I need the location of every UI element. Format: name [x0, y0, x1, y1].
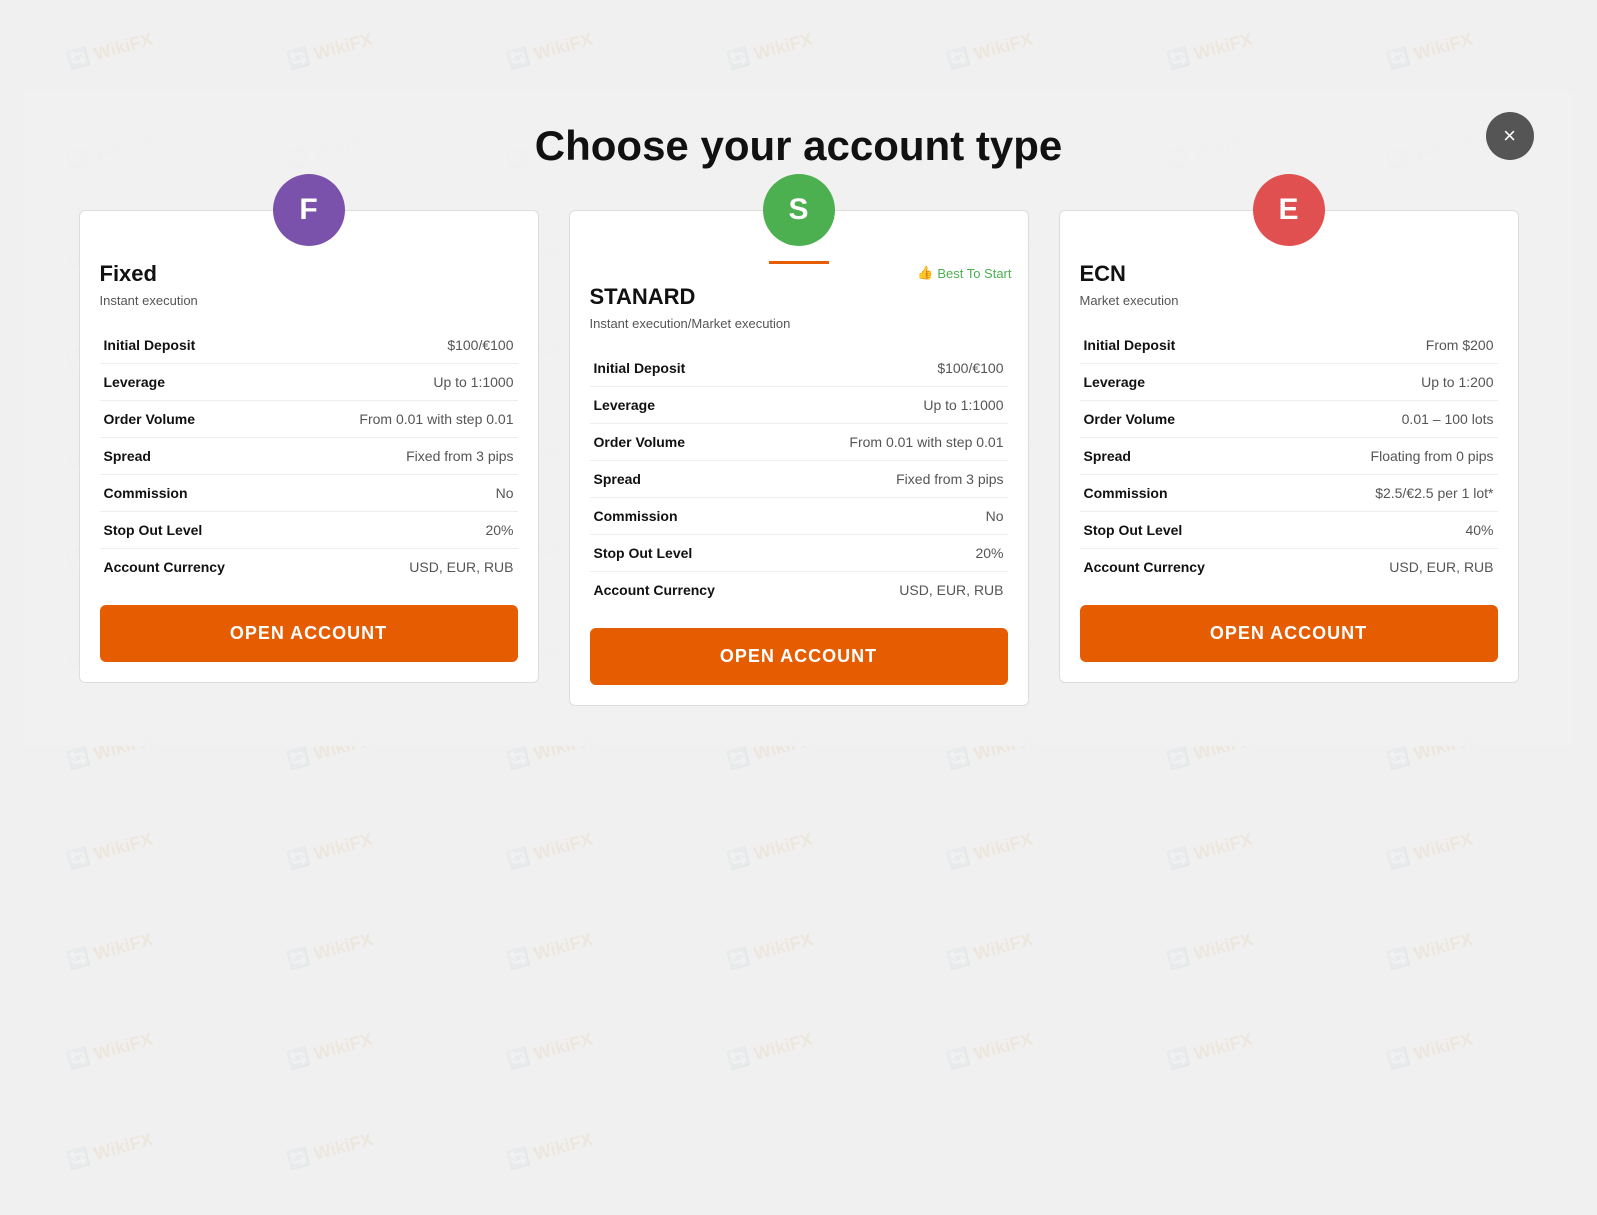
- page-title: Choose your account type: [64, 122, 1534, 170]
- card-icon-stanard: S: [763, 174, 835, 246]
- modal-header: Choose your account type ×: [64, 122, 1534, 170]
- row-value: Fixed from 3 pips: [309, 437, 518, 474]
- row-value: USD, EUR, RUB: [309, 548, 518, 585]
- row-value: Up to 1:200: [1289, 363, 1498, 400]
- row-value: Up to 1:1000: [799, 386, 1008, 423]
- table-row: Stop Out Level40%: [1080, 511, 1498, 548]
- table-row: Order Volume0.01 – 100 lots: [1080, 400, 1498, 437]
- table-row: Stop Out Level20%: [100, 511, 518, 548]
- card-stanard: SSTANARDInstant execution/Market executi…: [569, 210, 1029, 706]
- row-label: Leverage: [1080, 363, 1289, 400]
- card-title-ecn: ECN: [1080, 261, 1498, 287]
- table-ecn: Initial DepositFrom $200LeverageUp to 1:…: [1080, 327, 1498, 585]
- best-badge: 👍Best To Start: [917, 265, 1011, 281]
- row-value: 20%: [799, 534, 1008, 571]
- close-button[interactable]: ×: [1486, 112, 1534, 160]
- row-label: Order Volume: [1080, 400, 1289, 437]
- row-label: Order Volume: [590, 423, 799, 460]
- card-ecn: EECNMarket executionInitial DepositFrom …: [1059, 210, 1519, 683]
- card-icon-fixed: F: [273, 174, 345, 246]
- open-account-button-stanard[interactable]: OPEN ACCOUNT: [590, 628, 1008, 685]
- row-label: Leverage: [590, 386, 799, 423]
- card-icon-ecn: E: [1253, 174, 1325, 246]
- row-value: Up to 1:1000: [309, 363, 518, 400]
- row-label: Spread: [1080, 437, 1289, 474]
- row-label: Spread: [100, 437, 309, 474]
- table-row: LeverageUp to 1:1000: [590, 386, 1008, 423]
- table-row: CommissionNo: [590, 497, 1008, 534]
- row-label: Initial Deposit: [590, 350, 799, 387]
- row-value: USD, EUR, RUB: [1289, 548, 1498, 585]
- table-row: Initial Deposit$100/€100: [590, 350, 1008, 387]
- row-label: Account Currency: [1080, 548, 1289, 585]
- row-label: Account Currency: [590, 571, 799, 608]
- row-value: 0.01 – 100 lots: [1289, 400, 1498, 437]
- table-row: Initial Deposit$100/€100: [100, 327, 518, 364]
- row-value: No: [799, 497, 1008, 534]
- table-row: LeverageUp to 1:1000: [100, 363, 518, 400]
- row-label: Order Volume: [100, 400, 309, 437]
- row-value: No: [309, 474, 518, 511]
- card-subtitle-fixed: Instant execution: [100, 291, 518, 311]
- stanard-underline: [769, 261, 829, 264]
- row-value: From 0.01 with step 0.01: [799, 423, 1008, 460]
- table-row: Account CurrencyUSD, EUR, RUB: [1080, 548, 1498, 585]
- table-stanard: Initial Deposit$100/€100LeverageUp to 1:…: [590, 350, 1008, 608]
- table-row: Commission$2.5/€2.5 per 1 lot*: [1080, 474, 1498, 511]
- table-row: Initial DepositFrom $200: [1080, 327, 1498, 364]
- row-value: Fixed from 3 pips: [799, 460, 1008, 497]
- row-label: Stop Out Level: [590, 534, 799, 571]
- table-row: LeverageUp to 1:200: [1080, 363, 1498, 400]
- row-value: From $200: [1289, 327, 1498, 364]
- row-label: Account Currency: [100, 548, 309, 585]
- row-label: Commission: [590, 497, 799, 534]
- row-value: $2.5/€2.5 per 1 lot*: [1289, 474, 1498, 511]
- table-row: SpreadFixed from 3 pips: [590, 460, 1008, 497]
- row-label: Stop Out Level: [1080, 511, 1289, 548]
- table-row: CommissionNo: [100, 474, 518, 511]
- row-label: Commission: [100, 474, 309, 511]
- row-label: Leverage: [100, 363, 309, 400]
- row-value: Floating from 0 pips: [1289, 437, 1498, 474]
- open-account-button-fixed[interactable]: OPEN ACCOUNT: [100, 605, 518, 662]
- table-row: Stop Out Level20%: [590, 534, 1008, 571]
- modal-container: Choose your account type × F Fixed Instant…: [24, 92, 1574, 746]
- table-row: Account CurrencyUSD, EUR, RUB: [100, 548, 518, 585]
- table-fixed: Initial Deposit$100/€100LeverageUp to 1:…: [100, 327, 518, 585]
- row-value: $100/€100: [799, 350, 1008, 387]
- card-title-fixed: Fixed: [100, 261, 518, 287]
- card-subtitle-ecn: Market execution: [1080, 291, 1498, 311]
- row-label: Stop Out Level: [100, 511, 309, 548]
- row-value: From 0.01 with step 0.01: [309, 400, 518, 437]
- cards-container: FFixedInstant executionInitial Deposit$1…: [64, 210, 1534, 706]
- row-value: $100/€100: [309, 327, 518, 364]
- table-row: Order VolumeFrom 0.01 with step 0.01: [100, 400, 518, 437]
- table-row: Order VolumeFrom 0.01 with step 0.01: [590, 423, 1008, 460]
- open-account-button-ecn[interactable]: OPEN ACCOUNT: [1080, 605, 1498, 662]
- table-row: SpreadFixed from 3 pips: [100, 437, 518, 474]
- row-value: USD, EUR, RUB: [799, 571, 1008, 608]
- row-label: Commission: [1080, 474, 1289, 511]
- table-row: SpreadFloating from 0 pips: [1080, 437, 1498, 474]
- table-row: Account CurrencyUSD, EUR, RUB: [590, 571, 1008, 608]
- row-label: Initial Deposit: [100, 327, 309, 364]
- row-value: 20%: [309, 511, 518, 548]
- card-title-stanard: STANARD: [590, 284, 1008, 310]
- row-value: 40%: [1289, 511, 1498, 548]
- card-subtitle-stanard: Instant execution/Market execution: [590, 314, 1008, 334]
- row-label: Initial Deposit: [1080, 327, 1289, 364]
- card-fixed: FFixedInstant executionInitial Deposit$1…: [79, 210, 539, 683]
- row-label: Spread: [590, 460, 799, 497]
